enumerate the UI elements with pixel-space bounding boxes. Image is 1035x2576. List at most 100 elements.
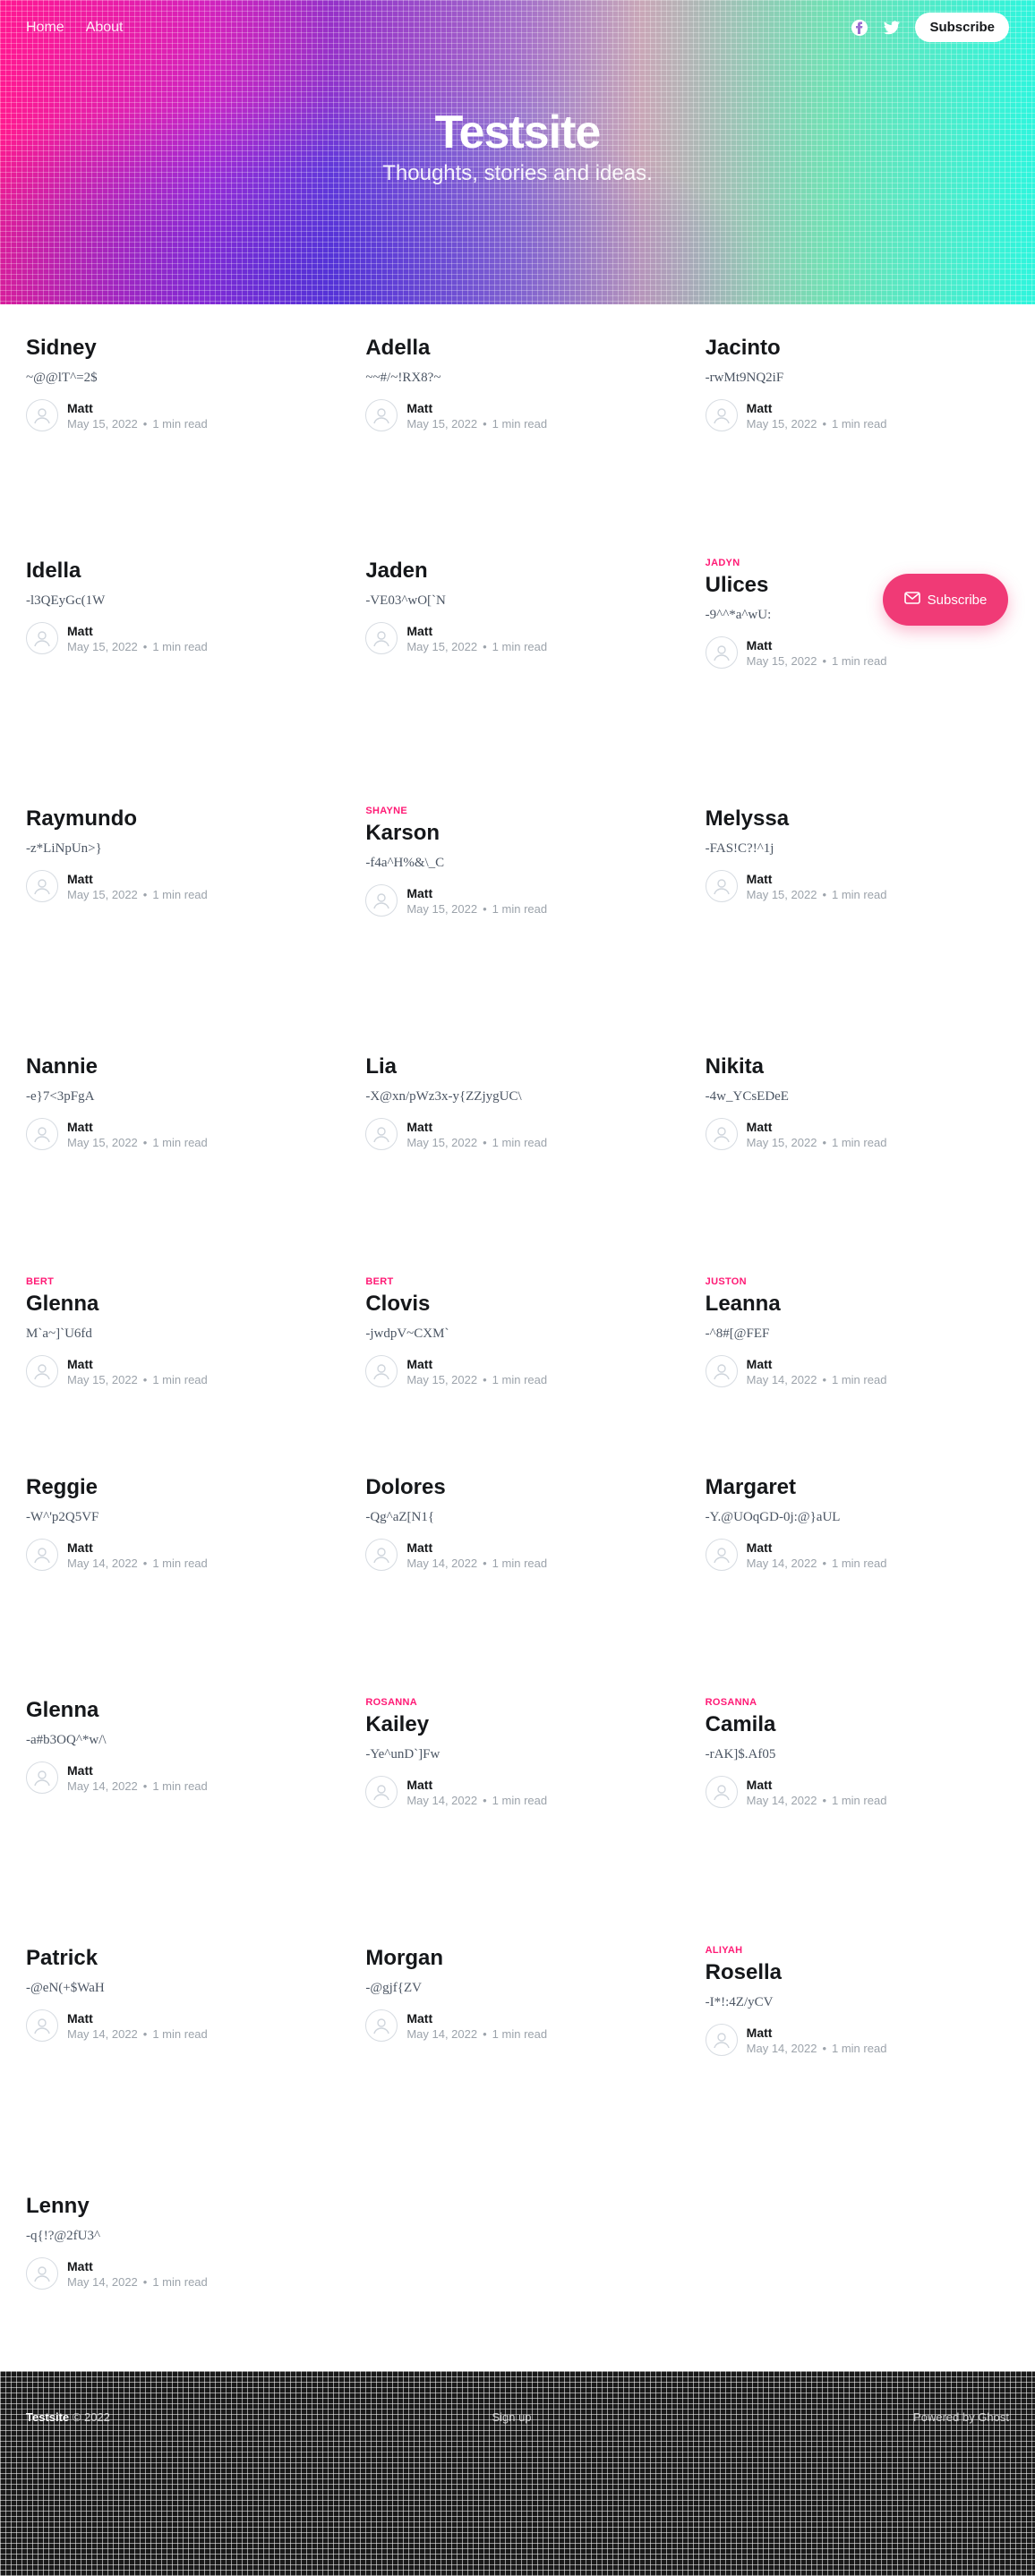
post-card[interactable]: Jacinto -rwMt9NQ2iF Matt May 15, 2022 • 1 m… [705, 331, 1009, 554]
post-card[interactable]: Reggie -W^'p2Q5VF Matt May 14, 2022 • 1 min… [26, 1471, 329, 1693]
user-avatar-icon[interactable] [365, 884, 398, 917]
post-card[interactable]: Adella ~~#/~!RX8?~ Matt May 15, 2022 • 1 mi… [365, 331, 669, 554]
footer-signup-link[interactable]: Sign up [492, 2410, 531, 2424]
user-avatar-icon[interactable] [26, 399, 58, 431]
user-avatar-icon[interactable] [26, 1761, 58, 1794]
user-avatar-icon[interactable] [26, 2257, 58, 2290]
user-avatar-icon[interactable] [705, 636, 738, 669]
post-author[interactable]: Matt [747, 1357, 887, 1371]
post-title[interactable]: Reggie [26, 1474, 329, 1501]
post-card[interactable]: Shayne Karson -f4a^H%&\_C Matt May 15, 202… [365, 802, 669, 1050]
post-title[interactable]: Nikita [706, 1053, 1009, 1080]
post-author[interactable]: Matt [406, 401, 547, 415]
post-card[interactable]: Sidney ~@@lT^=2$ Matt May 15, 2022 • 1 min … [26, 331, 329, 554]
post-author[interactable]: Matt [747, 401, 887, 415]
post-title[interactable]: Lia [365, 1053, 669, 1080]
post-author[interactable]: Matt [406, 886, 547, 900]
footer-site-name[interactable]: Testsite [26, 2410, 69, 2424]
post-title[interactable]: Nannie [26, 1053, 329, 1080]
post-card[interactable]: Morgan -@gjf{ZV Matt May 14, 2022 • 1 min r… [365, 1941, 669, 2189]
user-avatar-icon[interactable] [26, 2009, 58, 2042]
post-card[interactable]: Jaden -VE03^wO[`N Matt May 15, 2022 • 1 min… [365, 554, 669, 802]
post-title[interactable]: Patrick [26, 1945, 329, 1972]
post-author[interactable]: Matt [67, 1763, 208, 1778]
post-tag[interactable]: Jadyn [706, 558, 1009, 568]
user-avatar-icon[interactable] [365, 1539, 398, 1571]
post-title[interactable]: Idella [26, 558, 329, 584]
user-avatar-icon[interactable] [705, 399, 738, 431]
post-card[interactable]: Margaret -Y.@UOqGD-0j:@}aUL Matt May 14, … [705, 1471, 1009, 1693]
post-card[interactable]: Nannie -e}7<3pFgA Matt May 15, 2022 • 1 min… [26, 1050, 329, 1273]
post-author[interactable]: Matt [406, 2011, 547, 2026]
user-avatar-icon[interactable] [365, 1118, 398, 1150]
post-author[interactable]: Matt [747, 1540, 887, 1555]
post-title[interactable]: Lenny [26, 2193, 329, 2220]
post-author[interactable]: Matt [67, 401, 208, 415]
post-title[interactable]: Margaret [706, 1474, 1009, 1501]
post-author[interactable]: Matt [747, 1120, 887, 1134]
post-tag[interactable]: Aliyah [706, 1945, 1009, 1956]
post-card[interactable]: Nikita -4w_YCsEDeE Matt May 15, 2022 • 1 mi… [705, 1050, 1009, 1273]
post-author[interactable]: Matt [406, 1120, 547, 1134]
post-tag[interactable]: Juston [706, 1276, 1009, 1287]
post-title[interactable]: Rosella [706, 1959, 1009, 1986]
post-title[interactable]: Glenna [26, 1291, 329, 1318]
post-card[interactable]: Juston Leanna -^8#[@FEF Matt May 14, 2022 •… [705, 1273, 1009, 1471]
post-title[interactable]: Morgan [365, 1945, 669, 1972]
user-avatar-icon[interactable] [365, 1776, 398, 1808]
post-author[interactable]: Matt [67, 2259, 208, 2273]
post-author[interactable]: Matt [67, 1120, 208, 1134]
post-card[interactable]: Lia -X@xn/pWz3x-y{ZZjygUC\ Matt May 15, 2… [365, 1050, 669, 1273]
post-author[interactable]: Matt [747, 1778, 887, 1792]
post-card[interactable]: Glenna -a#b3OQ^*w/\ Matt May 14, 2022 • 1 m… [26, 1693, 329, 1941]
footer-powered-by[interactable]: Powered by Ghost [913, 2410, 1009, 2424]
post-tag[interactable]: Rosanna [706, 1697, 1009, 1708]
user-avatar-icon[interactable] [365, 622, 398, 654]
post-author[interactable]: Matt [67, 1540, 208, 1555]
nav-link-home[interactable]: Home [26, 20, 64, 36]
post-card[interactable]: Rosanna Kailey -Ye^unD`]Fw Matt May 14, 20… [365, 1693, 669, 1941]
facebook-icon[interactable] [851, 19, 868, 37]
post-author[interactable]: Matt [747, 2026, 887, 2040]
post-author[interactable]: Matt [747, 872, 887, 886]
post-card[interactable]: Patrick -@eN(+$WaH Matt May 14, 2022 • 1 mi… [26, 1941, 329, 2189]
post-card[interactable]: Dolores -Qg^aZ[N1{ Matt May 14, 2022 • 1 mi… [365, 1471, 669, 1693]
user-avatar-icon[interactable] [365, 399, 398, 431]
user-avatar-icon[interactable] [26, 1355, 58, 1387]
user-avatar-icon[interactable] [705, 1776, 738, 1808]
post-title[interactable]: Melyssa [706, 806, 1009, 832]
post-title[interactable]: Jaden [365, 558, 669, 584]
post-card[interactable]: Idella -l3QEyGc(1W Matt May 15, 2022 • 1 mi… [26, 554, 329, 802]
user-avatar-icon[interactable] [705, 1118, 738, 1150]
post-tag[interactable]: Bert [365, 1276, 669, 1287]
post-title[interactable]: Camila [706, 1711, 1009, 1738]
user-avatar-icon[interactable] [705, 1539, 738, 1571]
post-title[interactable]: Karson [365, 820, 669, 847]
post-title[interactable]: Clovis [365, 1291, 669, 1318]
post-author[interactable]: Matt [406, 1540, 547, 1555]
user-avatar-icon[interactable] [26, 622, 58, 654]
post-card[interactable]: Bert Clovis -jwdpV~CXM` Matt May 15, 2022 •… [365, 1273, 669, 1471]
post-author[interactable]: Matt [406, 1778, 547, 1792]
post-title[interactable]: Raymundo [26, 806, 329, 832]
post-title[interactable]: Jacinto [706, 335, 1009, 362]
subscribe-button[interactable]: Subscribe [915, 13, 1009, 42]
user-avatar-icon[interactable] [365, 2009, 398, 2042]
post-author[interactable]: Matt [67, 1357, 208, 1371]
post-card[interactable]: Melyssa -FAS!C?!^1j Matt May 15, 2022 • 1 m… [705, 802, 1009, 1050]
post-author[interactable]: Matt [67, 872, 208, 886]
post-title[interactable]: Kailey [365, 1711, 669, 1738]
user-avatar-icon[interactable] [705, 2024, 738, 2056]
user-avatar-icon[interactable] [26, 1118, 58, 1150]
post-tag[interactable]: Shayne [365, 806, 669, 816]
user-avatar-icon[interactable] [365, 1355, 398, 1387]
post-tag[interactable]: Bert [26, 1276, 329, 1287]
post-card[interactable]: Raymundo -z*LiNpUn>} Matt May 15, 2022 • 1 … [26, 802, 329, 1050]
post-title[interactable]: Glenna [26, 1697, 329, 1724]
post-title[interactable]: Dolores [365, 1474, 669, 1501]
user-avatar-icon[interactable] [26, 870, 58, 902]
twitter-icon[interactable] [883, 19, 901, 37]
user-avatar-icon[interactable] [705, 870, 738, 902]
user-avatar-icon[interactable] [26, 1539, 58, 1571]
post-card[interactable]: Rosanna Camila -rAK]$.Af05 Matt May 14, 20… [705, 1693, 1009, 1941]
